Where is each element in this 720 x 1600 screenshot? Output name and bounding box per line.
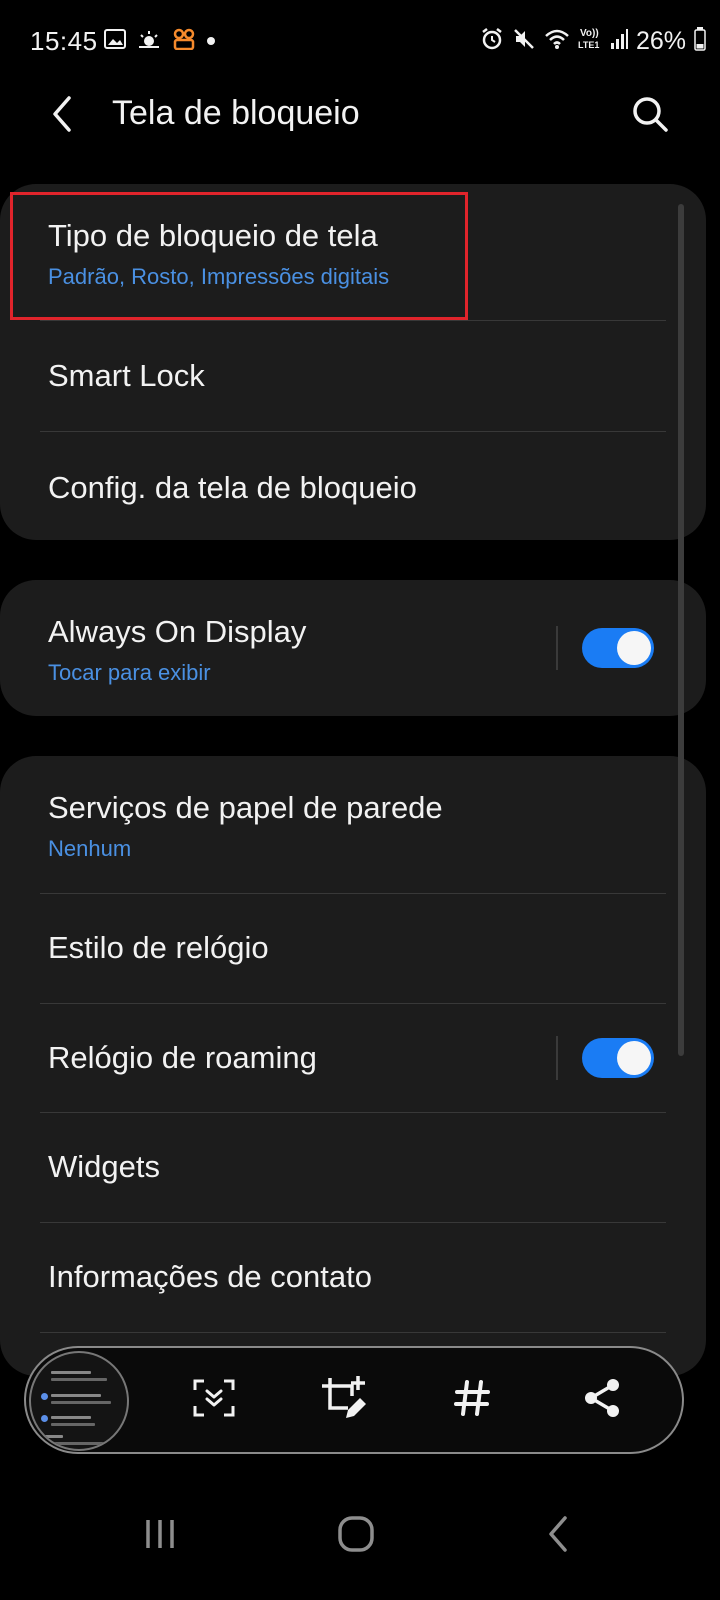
toggle-knob (617, 631, 651, 665)
clock-wallpaper-card: Serviços de papel de parede Nenhum Estil… (0, 756, 706, 1376)
screenshot-thumbnail[interactable] (29, 1351, 129, 1451)
notification-icons (104, 28, 216, 55)
thumbnail-line (51, 1416, 91, 1419)
svg-text:Vo)): Vo)) (580, 28, 599, 39)
thumbnail-line (51, 1394, 101, 1397)
thumbnail-line (51, 1423, 95, 1426)
highlight-box (10, 192, 468, 320)
thumbnail-line (51, 1371, 91, 1374)
share-button[interactable] (576, 1374, 628, 1426)
always-on-display-toggle[interactable] (582, 628, 654, 668)
weather-icon (136, 29, 162, 54)
screenshot-toolbar (24, 1346, 684, 1454)
clock-style-item[interactable]: Estilo de relógio (0, 894, 706, 1003)
wallpaper-services-item[interactable]: Serviços de papel de parede Nenhum (0, 756, 706, 893)
divider (40, 1332, 666, 1333)
toggle-knob (617, 1041, 651, 1075)
scroll-capture-button[interactable] (188, 1374, 240, 1426)
smart-lock-item[interactable]: Smart Lock (0, 321, 706, 431)
search-button[interactable] (624, 90, 676, 142)
thumbnail-line (43, 1442, 105, 1445)
clock-style-title: Estilo de relógio (48, 930, 269, 965)
smart-lock-title: Smart Lock (48, 358, 205, 393)
toggle-separator (556, 1036, 558, 1080)
chevron-left-icon (47, 94, 77, 139)
recents-icon (142, 1516, 178, 1557)
home-icon (336, 1514, 376, 1559)
lock-screen-config-title: Config. da tela de bloqueio (48, 470, 417, 505)
wifi-icon (544, 28, 570, 55)
lock-screen-config-item[interactable]: Config. da tela de bloqueio (0, 432, 706, 540)
mute-icon (512, 27, 536, 56)
home-button[interactable] (326, 1514, 386, 1558)
scrollbar[interactable] (678, 204, 684, 1056)
dot-icon (206, 33, 216, 51)
widgets-item[interactable]: Widgets (0, 1113, 706, 1222)
crop-edit-button[interactable] (318, 1374, 370, 1426)
status-bar: 15:45 Vo)) LTE1 26% (0, 0, 720, 80)
back-button[interactable] (36, 90, 88, 142)
recents-button[interactable] (130, 1514, 190, 1558)
system-status-icons: Vo)) LTE1 26% (480, 26, 706, 57)
nav-back-button[interactable] (528, 1514, 588, 1558)
thumbnail-line (51, 1378, 107, 1381)
battery-icon (694, 27, 706, 56)
hashtag-icon (452, 1378, 492, 1423)
gallery-icon (104, 29, 126, 54)
alarm-icon (480, 27, 504, 56)
status-time: 15:45 (30, 26, 98, 56)
always-on-display-item[interactable]: Always On Display Tocar para exibir (0, 580, 706, 716)
search-icon (630, 94, 670, 139)
always-on-display-card: Always On Display Tocar para exibir (0, 580, 706, 716)
signal-icon (610, 28, 628, 55)
widgets-title: Widgets (48, 1149, 160, 1184)
roaming-clock-item[interactable]: Relógio de roaming (0, 1004, 706, 1112)
battery-percent: 26% (635, 27, 686, 55)
wallpaper-services-subtitle: Nenhum (48, 836, 132, 861)
navigation-bar (0, 1470, 720, 1600)
app-bar: Tela de bloqueio (0, 80, 720, 190)
page-title: Tela de bloqueio (112, 94, 360, 132)
volte-icon: Vo)) LTE1 (578, 26, 602, 57)
thumbnail-dot (41, 1393, 48, 1400)
hashtag-button[interactable] (446, 1374, 498, 1426)
always-on-display-subtitle: Tocar para exibir (48, 660, 211, 685)
thumbnail-line (43, 1435, 63, 1438)
thumbnail-dot (41, 1415, 48, 1422)
contact-info-item[interactable]: Informações de contato (0, 1223, 706, 1332)
roaming-clock-toggle[interactable] (582, 1038, 654, 1078)
svg-text:LTE1: LTE1 (578, 40, 599, 50)
contact-info-title: Informações de contato (48, 1259, 372, 1294)
wallpaper-services-title: Serviços de papel de parede (48, 790, 443, 825)
always-on-display-title: Always On Display (48, 614, 307, 649)
share-icon (582, 1378, 622, 1423)
roaming-clock-title: Relógio de roaming (48, 1040, 317, 1075)
crop-edit-icon (320, 1374, 368, 1427)
scroll-capture-icon (192, 1378, 236, 1423)
toggle-separator (556, 626, 558, 670)
app-notification-icon (172, 28, 196, 55)
thumbnail-line (51, 1401, 111, 1404)
back-icon (543, 1514, 573, 1559)
